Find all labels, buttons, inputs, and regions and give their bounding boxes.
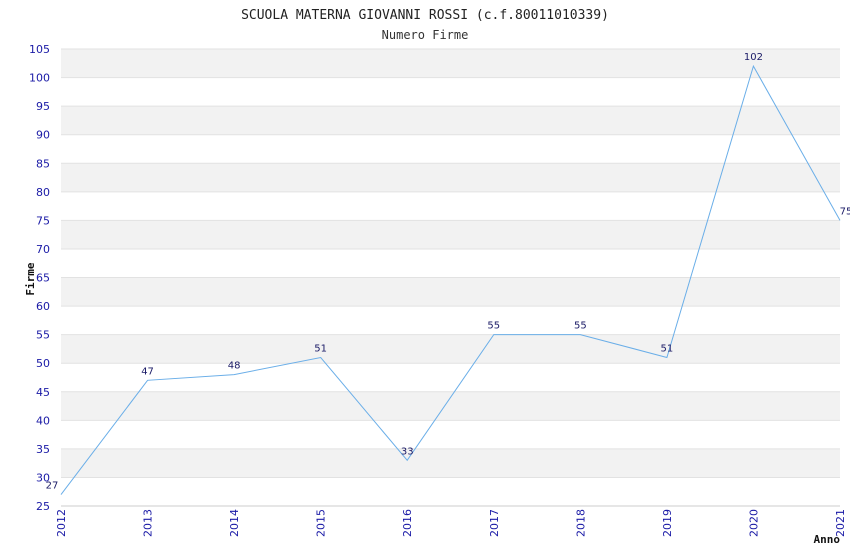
data-label: 51 (314, 343, 327, 354)
x-tick-label: 2014 (228, 509, 241, 537)
x-axis-label: Anno (814, 533, 841, 546)
grid-band (61, 134, 840, 164)
y-tick-label: 75 (36, 214, 50, 227)
y-tick-label: 85 (36, 157, 50, 170)
x-tick-label: 2019 (661, 509, 674, 537)
line-chart: SCUOLA MATERNA GIOVANNI ROSSI (c.f.80011… (24, 8, 850, 546)
data-label: 75 (840, 206, 850, 217)
grid-band (61, 220, 840, 249)
y-tick-label: 70 (36, 243, 50, 256)
y-tick-label: 40 (36, 414, 50, 427)
y-tick-label: 60 (36, 300, 50, 313)
x-tick-label: 2012 (55, 509, 68, 537)
y-tick-label: 80 (36, 186, 50, 199)
x-tick-label: 2016 (401, 509, 414, 537)
chart-title: SCUOLA MATERNA GIOVANNI ROSSI (c.f.80011… (241, 8, 609, 23)
grid-band (61, 391, 840, 421)
chart-subtitle: Numero Firme (382, 28, 469, 42)
grid-band (61, 363, 840, 392)
y-tick-label: 100 (29, 72, 50, 85)
y-tick-label: 90 (36, 129, 50, 142)
grid-band (61, 477, 840, 506)
y-tick-label: 45 (36, 386, 50, 399)
grid-band (61, 306, 840, 335)
x-tick-label: 2020 (747, 509, 760, 537)
y-tick-label: 95 (36, 100, 50, 113)
y-tick-label: 35 (36, 443, 50, 456)
data-label: 51 (661, 343, 674, 354)
data-label: 27 (46, 481, 59, 492)
grid-band (61, 106, 840, 135)
grid-band (61, 49, 840, 78)
x-tick-label: 2018 (574, 509, 587, 537)
x-tick-label: 2015 (315, 509, 328, 537)
x-tick-label: 2013 (142, 509, 155, 537)
y-tick-label: 25 (36, 500, 50, 513)
x-axis-ticks: 2012 2013 2014 2015 2016 2017 2018 2019 2020 2021 (55, 509, 847, 537)
data-label: 33 (401, 446, 414, 457)
data-label: 47 (141, 366, 154, 377)
x-tick-label: 2017 (488, 509, 501, 537)
y-tick-label: 50 (36, 357, 50, 370)
data-label: 102 (744, 52, 763, 63)
y-tick-label: 105 (29, 43, 50, 56)
grid-band (61, 420, 840, 449)
grid-band (61, 334, 840, 364)
grid-band (61, 248, 840, 278)
grid-band (61, 448, 840, 478)
grid-band (61, 77, 840, 107)
data-label: 55 (574, 321, 587, 332)
grid-band (61, 191, 840, 221)
y-tick-label: 65 (36, 272, 50, 285)
grid-band (61, 277, 840, 307)
y-tick-label: 55 (36, 329, 50, 342)
data-label: 48 (228, 361, 241, 372)
data-label: 55 (487, 321, 500, 332)
y-axis-label: Firme (24, 262, 37, 295)
